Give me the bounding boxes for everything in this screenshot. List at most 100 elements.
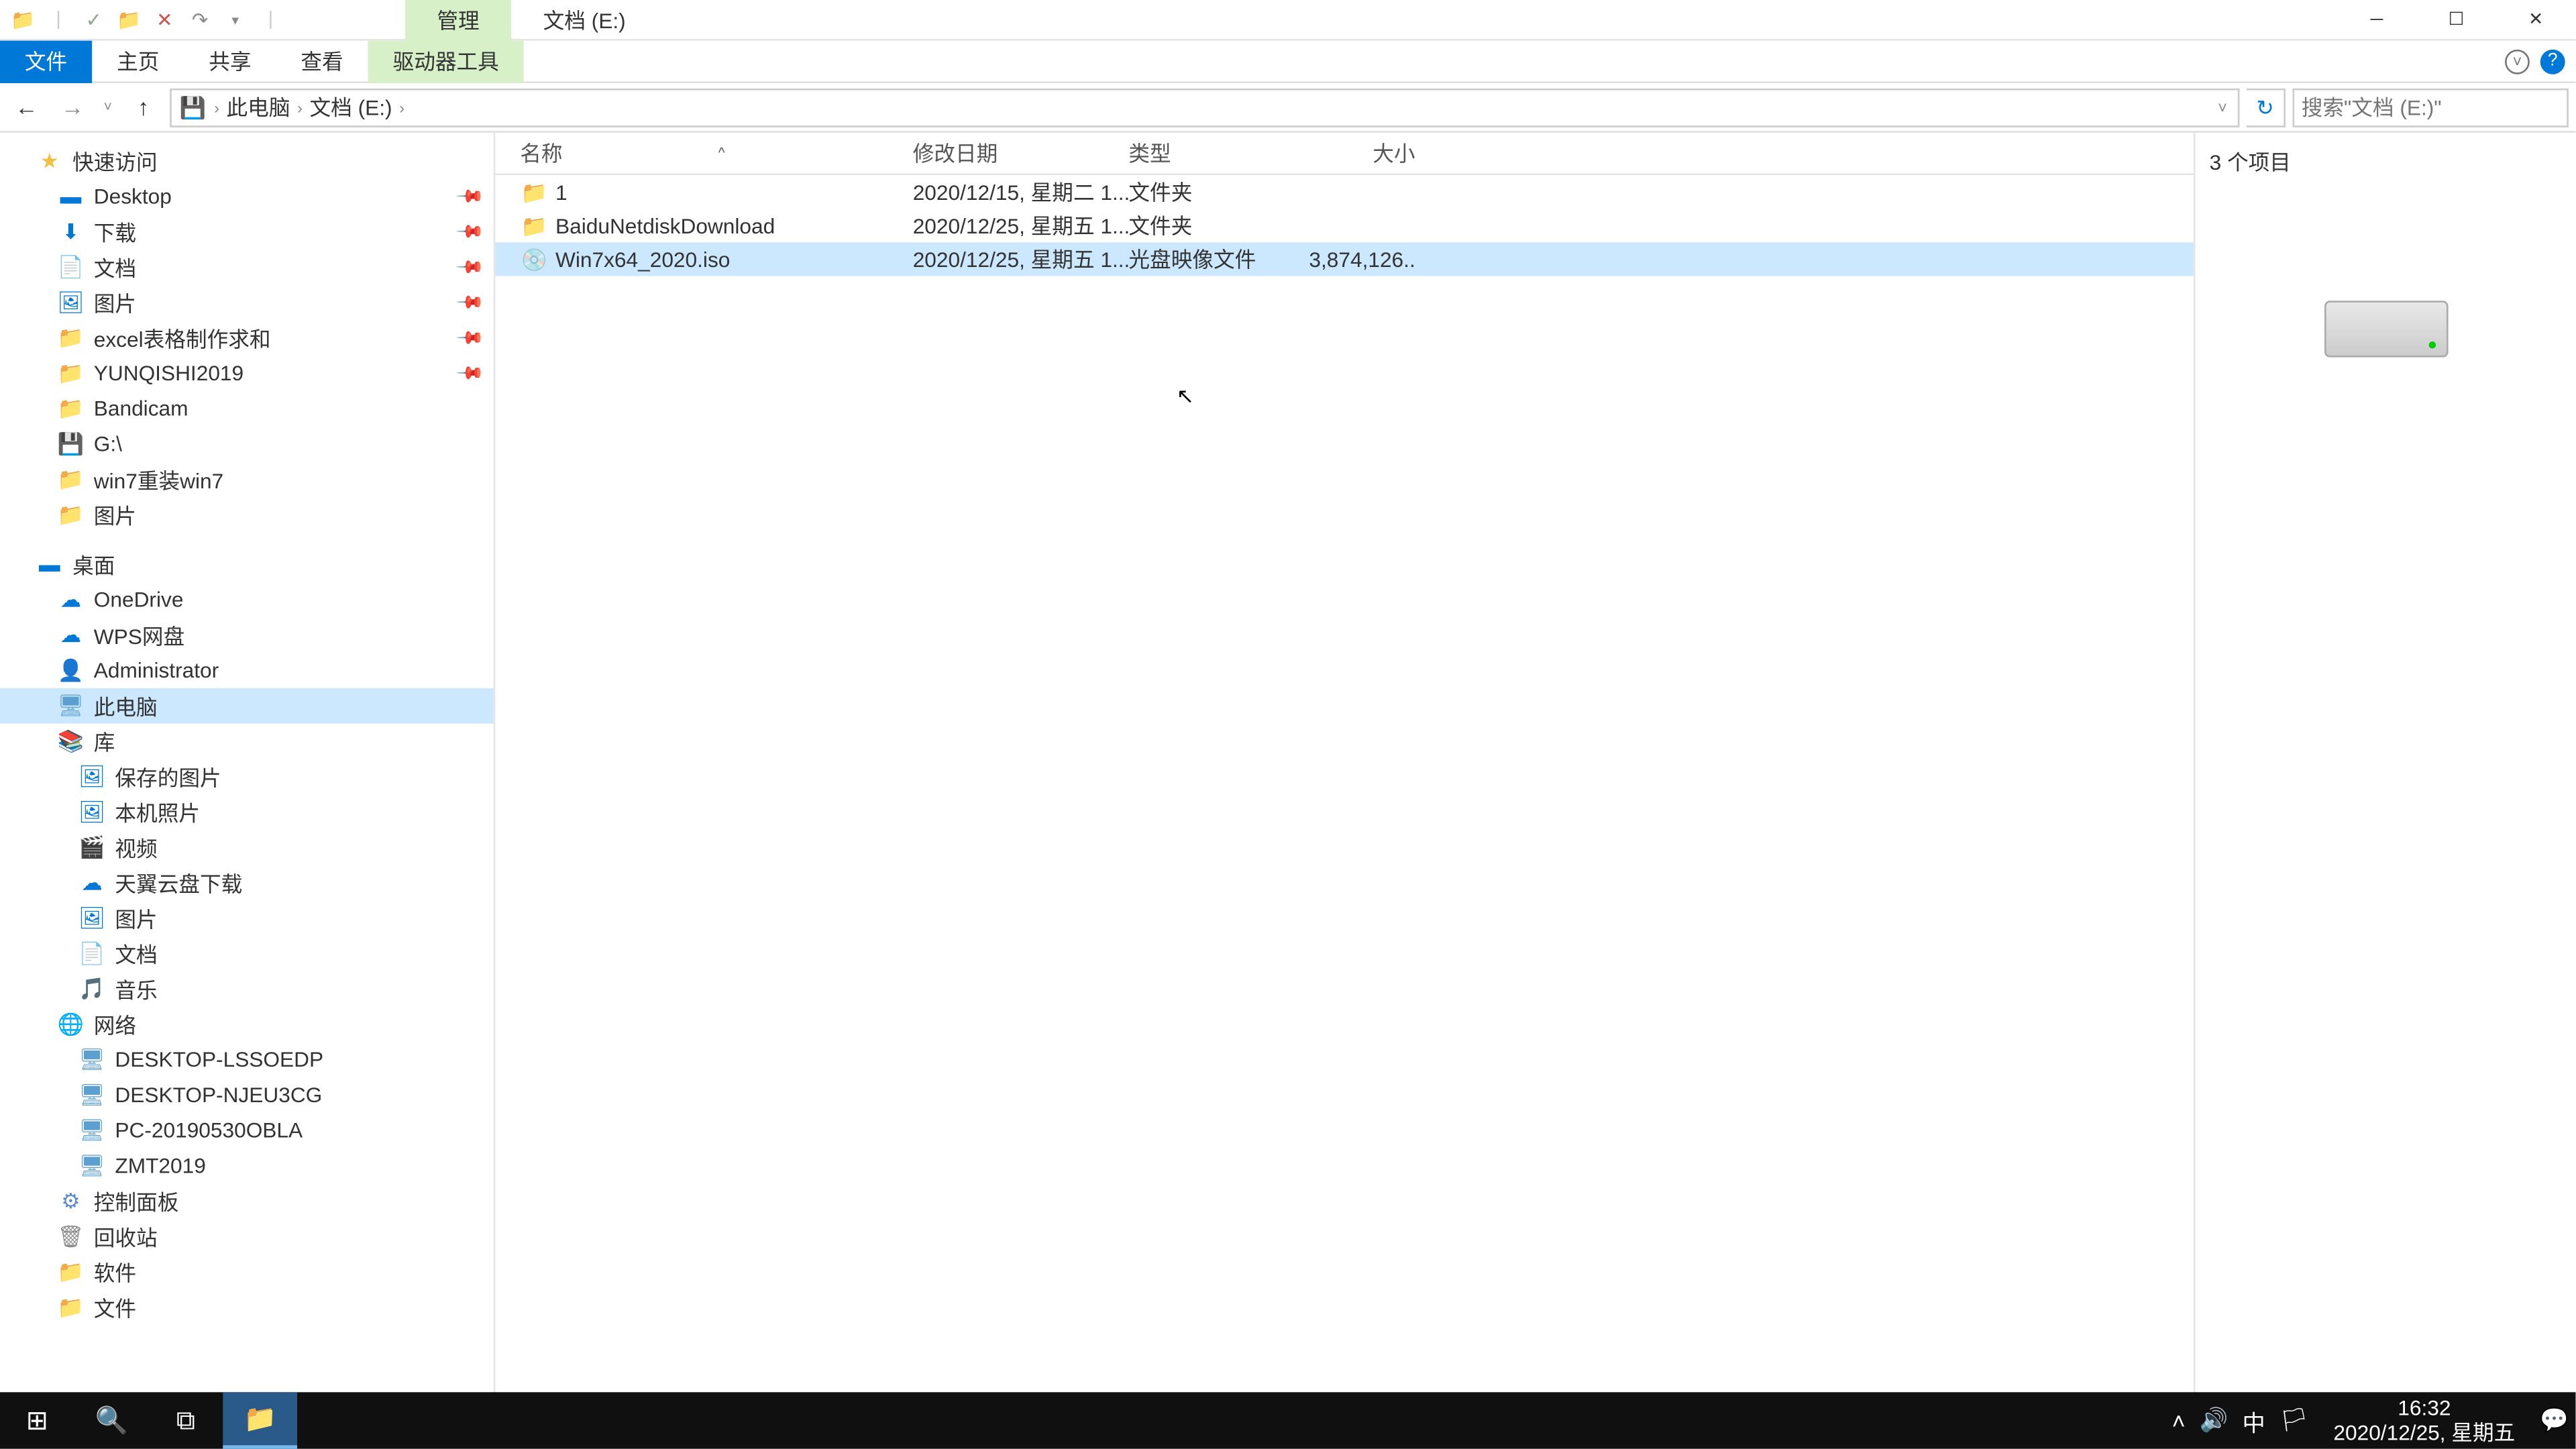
search-input[interactable] [2302,95,2576,119]
volume-icon[interactable]: 🔊 [2200,1406,2229,1434]
tab-home[interactable]: 主页 [92,40,184,82]
help-icon[interactable]: ? [2540,49,2565,74]
nav-net-pc1[interactable]: 🖥DESKTOP-LSSOEDP [0,1042,494,1077]
column-name[interactable]: 名称^ [520,138,912,168]
ribbon: 文件 主页 共享 查看 驱动器工具 ˅ ? [0,41,2575,83]
nav-onedrive[interactable]: ☁OneDrive [0,582,494,618]
nav-network[interactable]: 🌐网络 [0,1006,494,1042]
folder-icon: 📁 [56,1258,85,1286]
ribbon-collapse-icon[interactable]: ˅ [2505,49,2530,74]
forward-button[interactable]: → [53,88,92,127]
breadcrumb[interactable]: 💾 › 此电脑 › 文档 (E:) › ˅ [170,88,2239,127]
folder-icon: 📁 [520,178,548,206]
control-panel-icon: ⚙ [56,1187,85,1215]
nav-net-pc2[interactable]: 🖥DESKTOP-NJEU3CG [0,1077,494,1113]
file-row[interactable]: 💿 Win7x64_2020.iso 2020/12/25, 星期五 1... … [495,242,2194,276]
nav-desktop-root[interactable]: ▬桌面 [0,547,494,582]
breadcrumb-pc[interactable]: 此电脑 [227,92,290,122]
pc-icon: 🖥 [78,1081,106,1109]
quick-access-toolbar: 📁 | ✓ 📁 ✕ ↷ ▾ | [0,3,286,35]
breadcrumb-location[interactable]: 文档 (E:) [310,92,392,122]
app-icon: 📁 [7,3,39,35]
file-date: 2020/12/25, 星期五 1... [913,244,1129,274]
picture-icon: 🖼 [78,904,106,932]
recycle-icon: 🗑 [56,1222,85,1250]
task-view-button[interactable]: ⧉ [149,1392,223,1448]
up-button[interactable]: ↑ [124,88,163,127]
column-type[interactable]: 类型 [1128,138,1309,168]
nav-lib-music[interactable]: 🎵音乐 [0,971,494,1007]
nav-pictures2[interactable]: 📁图片 [0,497,494,533]
search-box[interactable]: 🔍 [2293,88,2569,127]
action-center-icon[interactable]: 💬 [2540,1406,2569,1434]
chevron-right-icon[interactable]: › [396,98,408,115]
preview-pane: 3 个项目 [2194,133,2576,1407]
pin-icon: 📌 [453,359,483,388]
nav-net-pc3[interactable]: 🖥PC-20190530OBLA [0,1113,494,1148]
tab-share[interactable]: 共享 [184,40,276,82]
tray-date: 2020/12/25, 星期五 [2333,1421,2515,1446]
nav-lib-documents[interactable]: 📄文档 [0,936,494,971]
tab-view[interactable]: 查看 [276,40,368,82]
file-name: Win7x64_2020.iso [555,247,913,272]
nav-camera-roll[interactable]: 🖼本机照片 [0,794,494,830]
nav-win7-folder[interactable]: 📁win7重装win7 [0,462,494,497]
sort-ascending-icon: ^ [718,145,725,161]
back-button[interactable]: ← [7,88,46,127]
chevron-right-icon[interactable]: › [211,98,223,115]
tray-chevron-icon[interactable]: ˄ [2172,1407,2186,1434]
tab-file[interactable]: 文件 [0,40,92,82]
column-date[interactable]: 修改日期 [913,138,1129,168]
properties-icon[interactable]: ✓ [78,3,109,35]
nav-libraries[interactable]: 📚库 [0,724,494,759]
search-button[interactable]: 🔍 [74,1392,149,1448]
nav-documents[interactable]: 📄文档📌 [0,250,494,285]
undo-icon[interactable]: ↷ [184,3,215,35]
tray-clock[interactable]: 16:32 2020/12/25, 星期五 [2323,1395,2526,1446]
nav-bandicam[interactable]: 📁Bandicam [0,391,494,427]
ime-icon[interactable]: 中 [2243,1403,2265,1437]
nav-downloads[interactable]: ⬇下载📌 [0,214,494,250]
file-type: 文件夹 [1128,177,1309,207]
nav-drive-g[interactable]: 💾G:\ [0,427,494,462]
qat-sep2: | [255,3,286,35]
file-row[interactable]: 📁 BaiduNetdiskDownload 2020/12/25, 星期五 1… [495,209,2194,242]
nav-control-panel[interactable]: ⚙控制面板 [0,1183,494,1219]
nav-pictures[interactable]: 🖼图片📌 [0,285,494,321]
nav-quick-access[interactable]: ★快速访问 [0,144,494,179]
nav-saved-pictures[interactable]: 🖼保存的图片 [0,759,494,794]
folder-icon: 📁 [56,500,85,529]
explorer-taskbar-button[interactable]: 📁 [223,1392,297,1448]
nav-wps[interactable]: ☁WPS网盘 [0,617,494,653]
nav-software[interactable]: 📁软件 [0,1254,494,1290]
nav-net-pc4[interactable]: 🖥ZMT2019 [0,1148,494,1183]
folder-icon: 📁 [56,1293,85,1322]
new-folder-icon[interactable]: 📁 [113,3,145,35]
nav-desktop[interactable]: ▬Desktop📌 [0,178,494,214]
file-row[interactable]: 📁 1 2020/12/15, 星期二 1... 文件夹 [495,175,2194,209]
nav-user[interactable]: 👤Administrator [0,653,494,688]
history-dropdown-icon[interactable]: ˅ [99,88,117,127]
file-list[interactable]: 名称^ 修改日期 类型 大小 📁 1 2020/12/15, 星期二 1... … [495,133,2194,1407]
refresh-button[interactable]: ↻ [2247,88,2286,127]
column-size[interactable]: 大小 [1309,138,1415,168]
maximize-button[interactable]: ☐ [2416,0,2496,40]
close-button[interactable]: ✕ [2496,0,2576,40]
start-button[interactable]: ⊞ [0,1392,74,1448]
nav-files[interactable]: 📁文件 [0,1289,494,1325]
nav-excel-folder[interactable]: 📁excel表格制作求和📌 [0,320,494,356]
flag-icon[interactable]: 🏳 [2279,1406,2309,1434]
chevron-down-icon[interactable]: ˅ [2214,98,2231,115]
qat-dropdown-icon[interactable]: ▾ [219,3,251,35]
nav-this-pc[interactable]: 🖥此电脑 [0,688,494,724]
tab-drive-tools[interactable]: 驱动器工具 [368,40,524,82]
nav-videos[interactable]: 🎬视频 [0,830,494,865]
nav-tianyi[interactable]: ☁天翼云盘下载 [0,865,494,900]
minimize-button[interactable]: ─ [2337,0,2416,40]
delete-icon[interactable]: ✕ [149,3,180,35]
nav-lib-pictures[interactable]: 🖼图片 [0,900,494,936]
nav-yunqishi[interactable]: 📁YUNQISHI2019📌 [0,356,494,391]
nav-recycle-bin[interactable]: 🗑回收站 [0,1219,494,1254]
file-size: 3,874,126... [1309,247,1415,272]
chevron-right-icon[interactable]: › [294,98,306,115]
